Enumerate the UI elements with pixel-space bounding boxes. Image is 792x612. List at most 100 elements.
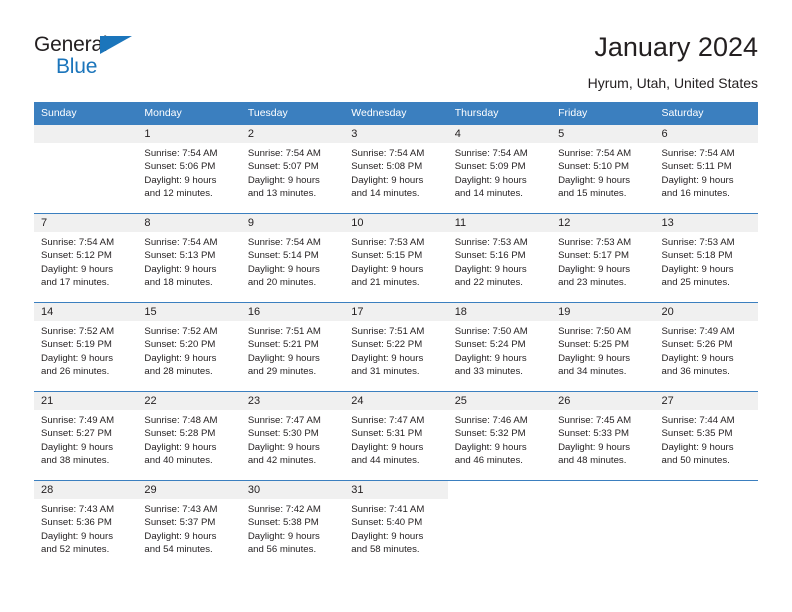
- sunset-text: Sunset: 5:15 PM: [351, 250, 423, 262]
- calendar-week-row: 7 Sunrise: 7:54 AM Sunset: 5:12 PM Daylight…: [34, 213, 758, 303]
- day-number: 1: [137, 125, 241, 143]
- daylight-text-line2: and 22 minutes.: [454, 277, 523, 289]
- calendar-cell-day[interactable]: 13 Sunrise: 7:53 AM Sunset: 5:18 PM Dayligh…: [654, 213, 758, 303]
- sunset-text: Sunset: 5:19 PM: [41, 339, 112, 351]
- day-number: [34, 125, 138, 143]
- day-cell-content: [448, 481, 551, 570]
- calendar-cell-day[interactable]: 26 Sunrise: 7:45 AM Sunset: 5:33 PM Dayligh…: [551, 391, 655, 481]
- day-number: 12: [551, 214, 655, 232]
- day-details: Sunrise: 7:54 AM Sunset: 5:09 PM Daylight:…: [448, 143, 551, 201]
- day-number: 24: [344, 392, 448, 410]
- daylight-text-line2: and 48 minutes.: [558, 455, 627, 467]
- daylight-text-line2: and 18 minutes.: [144, 277, 213, 289]
- daylight-text-line1: Daylight: 9 hours: [247, 352, 320, 364]
- calendar-cell-day[interactable]: 10 Sunrise: 7:53 AM Sunset: 5:15 PM Dayligh…: [344, 213, 448, 303]
- calendar-cell-day[interactable]: 6 Sunrise: 7:54 AM Sunset: 5:11 PM Daylight…: [654, 124, 758, 214]
- calendar-cell-day[interactable]: 16 Sunrise: 7:51 AM Sunset: 5:21 PM Dayligh…: [240, 302, 345, 392]
- sunset-text: Sunset: 5:09 PM: [454, 161, 526, 173]
- calendar-cell-day[interactable]: 29 Sunrise: 7:43 AM Sunset: 5:37 PM Dayligh…: [137, 480, 241, 570]
- calendar-cell-day[interactable]: 2 Sunrise: 7:54 AM Sunset: 5:07 PM Daylight…: [240, 124, 345, 214]
- daylight-text-line1: Daylight: 9 hours: [454, 441, 527, 453]
- day-cell-content: 31 Sunrise: 7:41 AM Sunset: 5:40 PM Dayligh…: [344, 481, 448, 570]
- calendar-cell-day[interactable]: 23 Sunrise: 7:47 AM Sunset: 5:30 PM Dayligh…: [240, 391, 345, 481]
- daylight-text-line2: and 46 minutes.: [454, 455, 523, 467]
- calendar-cell-day[interactable]: 1 Sunrise: 7:54 AM Sunset: 5:06 PM Daylight…: [137, 124, 241, 214]
- sunrise-text: Sunrise: 7:47 AM: [351, 415, 425, 426]
- weekday-header-friday: Friday: [551, 102, 655, 125]
- day-number: 31: [344, 481, 448, 499]
- day-details: Sunrise: 7:45 AM Sunset: 5:33 PM Daylight:…: [551, 410, 654, 468]
- sunset-text: Sunset: 5:17 PM: [558, 250, 630, 262]
- calendar-cell-day[interactable]: 7 Sunrise: 7:54 AM Sunset: 5:12 PM Daylight…: [34, 213, 138, 303]
- calendar-cell-day[interactable]: 18 Sunrise: 7:50 AM Sunset: 5:24 PM Dayligh…: [447, 302, 552, 392]
- calendar-header-row: Sunday Monday Tuesday Wednesday Thursday Frid…: [34, 102, 758, 125]
- calendar-cell-day[interactable]: 27 Sunrise: 7:44 AM Sunset: 5:35 PM Dayligh…: [654, 391, 758, 481]
- daylight-text-line1: Daylight: 9 hours: [351, 352, 424, 364]
- sunset-text: Sunset: 5:21 PM: [247, 339, 319, 351]
- calendar-cell-day[interactable]: 31 Sunrise: 7:41 AM Sunset: 5:40 PM Dayligh…: [344, 480, 448, 570]
- calendar-cell-day[interactable]: 25 Sunrise: 7:46 AM Sunset: 5:32 PM Dayligh…: [447, 391, 552, 481]
- daylight-text-line1: Daylight: 9 hours: [454, 352, 527, 364]
- daylight-text-line1: Daylight: 9 hours: [41, 530, 113, 542]
- day-details: Sunrise: 7:41 AM Sunset: 5:40 PM Daylight:…: [344, 499, 447, 557]
- sunrise-text: Sunrise: 7:54 AM: [144, 148, 218, 159]
- sunrise-text: Sunrise: 7:54 AM: [454, 148, 528, 159]
- weekday-header-thursday: Thursday: [447, 102, 552, 125]
- sunset-text: Sunset: 5:22 PM: [351, 339, 423, 351]
- day-details: Sunrise: 7:54 AM Sunset: 5:06 PM Daylight:…: [137, 143, 240, 201]
- daylight-text-line1: Daylight: 9 hours: [558, 174, 631, 186]
- day-cell-content: 26 Sunrise: 7:45 AM Sunset: 5:33 PM Dayligh…: [551, 392, 655, 480]
- calendar-cell-day[interactable]: 14 Sunrise: 7:52 AM Sunset: 5:19 PM Dayligh…: [34, 302, 138, 392]
- calendar-cell-day[interactable]: 3 Sunrise: 7:54 AM Sunset: 5:08 PM Daylight…: [344, 124, 448, 214]
- calendar-cell-day[interactable]: 15 Sunrise: 7:52 AM Sunset: 5:20 PM Dayligh…: [137, 302, 241, 392]
- day-cell-content: 25 Sunrise: 7:46 AM Sunset: 5:32 PM Dayligh…: [447, 392, 552, 480]
- calendar-cell-day[interactable]: 17 Sunrise: 7:51 AM Sunset: 5:22 PM Dayligh…: [344, 302, 448, 392]
- daylight-text-line2: and 17 minutes.: [41, 277, 110, 289]
- calendar-cell-day[interactable]: 21 Sunrise: 7:49 AM Sunset: 5:27 PM Dayligh…: [34, 391, 138, 481]
- page-header: General Blue January 2024 Hyrum, Utah, U…: [0, 0, 792, 102]
- calendar-cell-day[interactable]: 11 Sunrise: 7:53 AM Sunset: 5:16 PM Dayligh…: [447, 213, 552, 303]
- sunset-text: Sunset: 5:10 PM: [558, 161, 630, 173]
- daylight-text-line2: and 52 minutes.: [41, 544, 110, 556]
- calendar-week-row: 14 Sunrise: 7:52 AM Sunset: 5:19 PM Dayligh…: [34, 302, 758, 392]
- sunset-text: Sunset: 5:35 PM: [661, 428, 733, 440]
- day-details: Sunrise: 7:51 AM Sunset: 5:22 PM Daylight:…: [344, 321, 447, 379]
- calendar-cell-day[interactable]: 5 Sunrise: 7:54 AM Sunset: 5:10 PM Daylight…: [551, 124, 655, 214]
- day-cell-content: [34, 125, 138, 213]
- day-number: 10: [344, 214, 448, 232]
- day-details: Sunrise: 7:48 AM Sunset: 5:28 PM Daylight:…: [137, 410, 240, 468]
- sunset-text: Sunset: 5:30 PM: [247, 428, 319, 440]
- calendar-cell-day[interactable]: 30 Sunrise: 7:42 AM Sunset: 5:38 PM Dayligh…: [240, 480, 345, 570]
- calendar-cell-day[interactable]: 22 Sunrise: 7:48 AM Sunset: 5:28 PM Dayligh…: [137, 391, 241, 481]
- calendar-cell-day[interactable]: 20 Sunrise: 7:49 AM Sunset: 5:26 PM Dayligh…: [654, 302, 758, 392]
- day-details: Sunrise: 7:51 AM Sunset: 5:21 PM Daylight:…: [241, 321, 344, 379]
- sunrise-text: Sunrise: 7:54 AM: [247, 148, 321, 159]
- daylight-text-line2: and 50 minutes.: [661, 455, 730, 467]
- calendar-cell-day[interactable]: 24 Sunrise: 7:47 AM Sunset: 5:31 PM Dayligh…: [344, 391, 448, 481]
- day-number: 6: [654, 125, 758, 143]
- calendar-cell-day[interactable]: 19 Sunrise: 7:50 AM Sunset: 5:25 PM Dayligh…: [551, 302, 655, 392]
- sunset-text: Sunset: 5:16 PM: [454, 250, 526, 262]
- sunset-text: Sunset: 5:20 PM: [144, 339, 216, 351]
- day-details: Sunrise: 7:42 AM Sunset: 5:38 PM Daylight:…: [241, 499, 344, 557]
- daylight-text-line2: and 54 minutes.: [144, 544, 213, 556]
- calendar-cell-day[interactable]: 8 Sunrise: 7:54 AM Sunset: 5:13 PM Daylight…: [137, 213, 241, 303]
- calendar-cell-day[interactable]: 28 Sunrise: 7:43 AM Sunset: 5:36 PM Dayligh…: [34, 480, 138, 570]
- calendar-cell-day[interactable]: 9 Sunrise: 7:54 AM Sunset: 5:14 PM Daylight…: [240, 213, 345, 303]
- sunrise-text: Sunrise: 7:50 AM: [454, 326, 528, 337]
- sunset-text: Sunset: 5:25 PM: [558, 339, 630, 351]
- daylight-text-line2: and 12 minutes.: [144, 188, 213, 200]
- sunset-text: Sunset: 5:40 PM: [351, 517, 423, 529]
- daylight-text-line2: and 33 minutes.: [454, 366, 523, 378]
- calendar-cell-day[interactable]: 4 Sunrise: 7:54 AM Sunset: 5:09 PM Daylight…: [447, 124, 552, 214]
- calendar-cell-day[interactable]: 12 Sunrise: 7:53 AM Sunset: 5:17 PM Dayligh…: [551, 213, 655, 303]
- day-details: Sunrise: 7:44 AM Sunset: 5:35 PM Daylight:…: [655, 410, 758, 468]
- day-cell-content: 1 Sunrise: 7:54 AM Sunset: 5:06 PM Daylight…: [137, 125, 241, 213]
- day-details: Sunrise: 7:54 AM Sunset: 5:10 PM Daylight:…: [551, 143, 654, 201]
- day-number: 15: [137, 303, 241, 321]
- sunset-text: Sunset: 5:31 PM: [351, 428, 423, 440]
- daylight-text-line2: and 28 minutes.: [144, 366, 213, 378]
- sunrise-text: Sunrise: 7:45 AM: [558, 415, 632, 426]
- day-cell-content: 24 Sunrise: 7:47 AM Sunset: 5:31 PM Dayligh…: [344, 392, 448, 480]
- day-cell-content: 15 Sunrise: 7:52 AM Sunset: 5:20 PM Dayligh…: [137, 303, 241, 391]
